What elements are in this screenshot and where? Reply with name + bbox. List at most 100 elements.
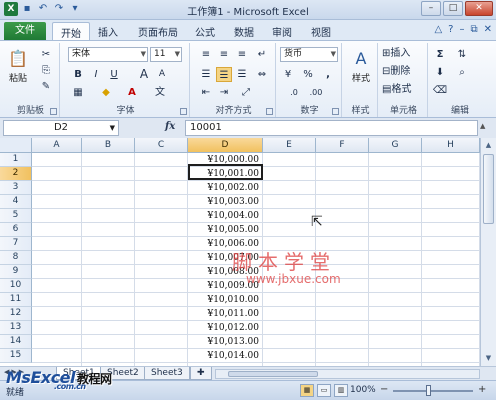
column-header[interactable]: B xyxy=(82,138,135,153)
expand-formula-icon[interactable]: ▲ xyxy=(480,122,485,130)
zoom-out-button[interactable]: − xyxy=(380,384,388,395)
align-center-icon[interactable]: ☰ xyxy=(216,67,232,82)
fill-icon[interactable]: ⬇ xyxy=(432,65,448,80)
scroll-up-icon[interactable]: ▲ xyxy=(483,140,494,151)
copy-icon[interactable]: ⎘ xyxy=(38,63,54,78)
tab-page-layout[interactable]: 页面布局 xyxy=(138,24,178,39)
tab-insert[interactable]: 插入 xyxy=(98,24,118,39)
merge-center-icon[interactable]: ⇔ xyxy=(254,67,270,82)
table-cell[interactable]: ¥10,003.00 xyxy=(188,195,262,209)
insert-sheet-icon[interactable]: ✚ xyxy=(190,367,212,380)
zoom-level[interactable]: 100% xyxy=(350,385,376,395)
row-header[interactable]: 14 xyxy=(0,335,32,349)
align-left-icon[interactable]: ☰ xyxy=(198,67,214,82)
horizontal-scroll-thumb[interactable] xyxy=(228,371,318,377)
page-layout-view-icon[interactable]: ▭ xyxy=(317,384,331,397)
row-header[interactable]: 4 xyxy=(0,195,32,209)
font-launcher-icon[interactable] xyxy=(180,108,187,115)
row-header[interactable]: 2 xyxy=(0,167,32,181)
delete-cells-button[interactable]: ⊟删除 xyxy=(382,65,410,79)
row-header[interactable]: 9 xyxy=(0,265,32,279)
vertical-scroll-thumb[interactable] xyxy=(483,154,494,224)
decrease-indent-icon[interactable]: ⇤ xyxy=(198,85,214,100)
zoom-in-button[interactable]: + xyxy=(478,384,486,395)
paste-button[interactable]: 📋 粘贴 xyxy=(4,47,32,84)
format-cells-button[interactable]: ▤格式 xyxy=(382,83,411,97)
tab-review[interactable]: 审阅 xyxy=(272,24,292,39)
format-painter-icon[interactable]: ✎ xyxy=(38,79,54,94)
column-header[interactable]: G xyxy=(369,138,422,153)
row-header[interactable]: 7 xyxy=(0,237,32,251)
select-all-corner[interactable] xyxy=(0,138,32,153)
row-header[interactable]: 12 xyxy=(0,307,32,321)
tab-home[interactable]: 开始 xyxy=(52,22,90,40)
accounting-format-icon[interactable]: ¥ xyxy=(280,67,296,82)
zoom-slider[interactable] xyxy=(393,390,473,392)
percent-button[interactable]: % xyxy=(300,67,316,82)
cut-icon[interactable]: ✂ xyxy=(38,47,54,62)
clipboard-launcher-icon[interactable] xyxy=(50,108,57,115)
column-header[interactable]: E xyxy=(263,138,316,153)
row-header[interactable]: 13 xyxy=(0,321,32,335)
decrease-decimal-icon[interactable]: .00 xyxy=(308,85,324,100)
window-minimize-icon[interactable]: – xyxy=(459,24,464,35)
align-bottom-icon[interactable]: ≡ xyxy=(234,47,250,62)
tab-file[interactable]: 文件 xyxy=(4,22,46,40)
table-cell[interactable]: ¥10,002.00 xyxy=(188,181,262,195)
font-name-select[interactable]: 宋体 ▼ xyxy=(68,47,148,62)
phonetic-icon[interactable]: 文 xyxy=(152,85,168,100)
increase-decimal-icon[interactable]: .0 xyxy=(286,85,302,100)
autosum-button[interactable]: Σ xyxy=(432,47,448,62)
column-header[interactable]: A xyxy=(32,138,82,153)
column-header[interactable]: F xyxy=(316,138,369,153)
tab-formulas[interactable]: 公式 xyxy=(195,24,215,39)
help-icon[interactable]: ? xyxy=(448,24,453,35)
table-cell[interactable]: ¥10,014.00 xyxy=(188,349,262,363)
formula-input[interactable]: 10001 xyxy=(185,120,478,136)
name-box[interactable]: D2 ▼ xyxy=(3,120,119,136)
maximize-button[interactable]: □ xyxy=(443,1,463,16)
normal-view-icon[interactable]: ▦ xyxy=(300,384,314,397)
find-select-icon[interactable]: ⌕ xyxy=(454,65,470,80)
number-format-select[interactable]: 货币 ▼ xyxy=(280,47,338,62)
column-header[interactable]: H xyxy=(422,138,480,153)
border-icon[interactable]: ▦ xyxy=(70,85,86,100)
grow-font-button[interactable]: A xyxy=(136,67,152,82)
scroll-down-icon[interactable]: ▼ xyxy=(483,353,494,364)
align-middle-icon[interactable]: ≡ xyxy=(216,47,232,62)
row-header[interactable]: 5 xyxy=(0,209,32,223)
tab-view[interactable]: 视图 xyxy=(311,24,331,39)
horizontal-scrollbar[interactable] xyxy=(215,369,480,379)
fill-color-icon[interactable]: ◆ xyxy=(98,85,114,100)
increase-indent-icon[interactable]: ⇥ xyxy=(216,85,232,100)
column-header[interactable]: C xyxy=(135,138,188,153)
table-cell[interactable]: ¥10,005.00 xyxy=(188,223,262,237)
page-break-view-icon[interactable]: ▥ xyxy=(334,384,348,397)
minimize-ribbon-icon[interactable]: △ xyxy=(434,24,442,35)
insert-cells-button[interactable]: ⊞插入 xyxy=(382,47,410,61)
table-cell[interactable]: ¥10,012.00 xyxy=(188,321,262,335)
underline-button[interactable]: U xyxy=(106,67,122,82)
table-cell[interactable]: ¥10,010.00 xyxy=(188,293,262,307)
zoom-slider-knob[interactable] xyxy=(426,385,431,396)
row-header[interactable]: 6 xyxy=(0,223,32,237)
window-close-icon[interactable]: ✕ xyxy=(484,24,492,35)
align-right-icon[interactable]: ☰ xyxy=(234,67,250,82)
row-header[interactable]: 8 xyxy=(0,251,32,265)
bold-button[interactable]: B xyxy=(70,67,86,82)
table-cell[interactable]: ¥10,013.00 xyxy=(188,335,262,349)
font-size-select[interactable]: 11 ▼ xyxy=(150,47,182,62)
column-header[interactable]: D xyxy=(188,138,263,153)
wrap-text-icon[interactable]: ↵ xyxy=(254,47,270,62)
italic-button[interactable]: I xyxy=(88,67,104,82)
shrink-font-button[interactable]: A xyxy=(154,67,170,82)
orientation-icon[interactable]: ⤢ xyxy=(238,85,254,100)
comma-style-button[interactable]: , xyxy=(320,67,336,82)
insert-function-button[interactable]: fx xyxy=(165,121,175,132)
row-header[interactable]: 11 xyxy=(0,293,32,307)
alignment-launcher-icon[interactable] xyxy=(266,108,273,115)
close-button[interactable]: ✕ xyxy=(465,1,493,16)
tab-data[interactable]: 数据 xyxy=(234,24,254,39)
row-header[interactable]: 10 xyxy=(0,279,32,293)
table-cell[interactable]: ¥10,011.00 xyxy=(188,307,262,321)
